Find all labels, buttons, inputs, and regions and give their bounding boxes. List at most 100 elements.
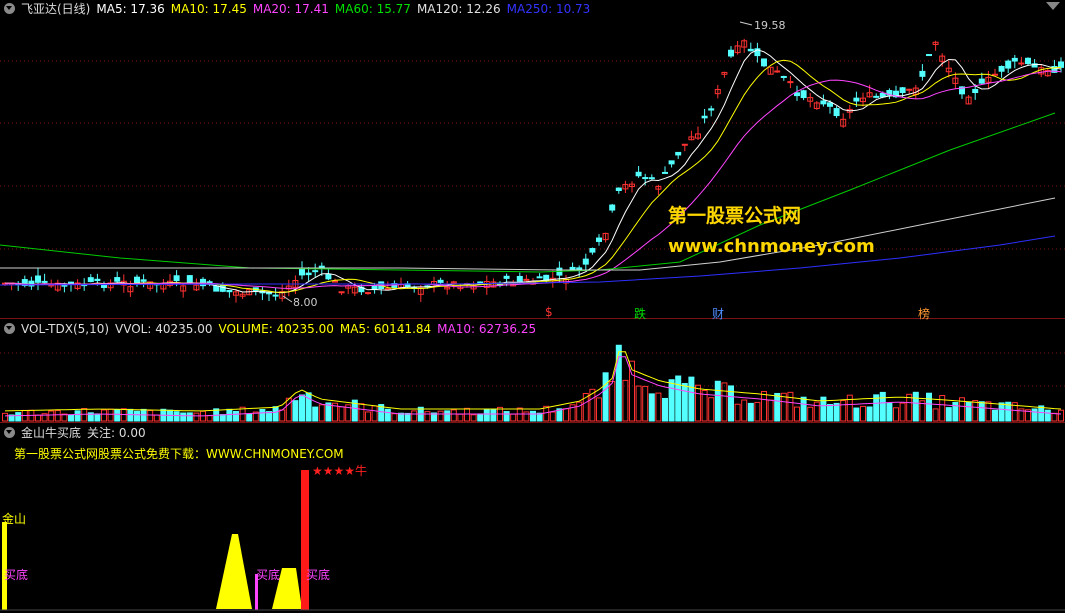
pane-menu-icon[interactable] bbox=[4, 427, 15, 438]
volume-bar bbox=[299, 394, 305, 422]
ma-label-5: MA250: 10.73 bbox=[506, 2, 591, 16]
volume-bar bbox=[404, 412, 411, 422]
volume-bar bbox=[523, 411, 530, 422]
volume-bar bbox=[932, 408, 939, 422]
label-star-bull: ★★★★牛 bbox=[312, 464, 368, 478]
high-price-label: 19.58 bbox=[754, 19, 786, 32]
volume-bar bbox=[391, 413, 398, 422]
candle-body bbox=[266, 292, 272, 295]
volume-bar bbox=[312, 406, 319, 422]
pane-menu-icon[interactable] bbox=[4, 323, 15, 334]
volume-bar bbox=[840, 400, 847, 422]
volume-bar bbox=[886, 402, 893, 422]
candle-body bbox=[972, 88, 979, 94]
volume-bar bbox=[180, 412, 187, 422]
low-pointer bbox=[282, 295, 293, 303]
label-jinshan: 金山 bbox=[2, 512, 27, 526]
volume-bar bbox=[490, 408, 497, 422]
candle-body bbox=[978, 78, 985, 84]
volume-bar bbox=[866, 406, 873, 422]
candle-body bbox=[708, 108, 715, 111]
kline-pane[interactable]: 飞亚达(日线) MA5: 17.36 MA10: 17.45 MA20: 17.41 M… bbox=[0, 0, 1065, 321]
ma60-line bbox=[0, 112, 1056, 273]
volume-bar bbox=[714, 380, 721, 422]
candle-body bbox=[853, 97, 860, 102]
volume-bar bbox=[48, 410, 55, 422]
volume-bar bbox=[800, 396, 807, 422]
ma-label-1: MA10: 17.45 bbox=[170, 2, 247, 16]
volume-bar bbox=[272, 406, 279, 422]
candle-body bbox=[272, 294, 279, 297]
candle-body bbox=[998, 65, 1005, 72]
candle-body bbox=[41, 280, 48, 283]
volume-bar bbox=[1058, 409, 1064, 422]
candle-body bbox=[173, 275, 180, 282]
vol-ma10-value: MA10: 62736.25 bbox=[437, 322, 537, 336]
kline-header: 飞亚达(日线) MA5: 17.36 MA10: 17.45 MA20: 17.41 M… bbox=[4, 1, 602, 17]
volume-bar bbox=[668, 379, 675, 422]
candle-body bbox=[312, 270, 319, 273]
volume-bar bbox=[127, 408, 134, 422]
label-buy-2: 买底 bbox=[256, 568, 281, 582]
volume-bar bbox=[483, 408, 490, 422]
volume-bar bbox=[648, 393, 655, 422]
volume-bar bbox=[450, 409, 457, 422]
candle-body bbox=[787, 81, 794, 84]
volume-bar bbox=[602, 372, 609, 422]
kline-chart[interactable] bbox=[0, 0, 1065, 318]
volume-bar bbox=[998, 402, 1005, 422]
volume-bar bbox=[708, 397, 715, 422]
candle-body bbox=[582, 258, 589, 265]
candle-body bbox=[728, 49, 734, 57]
ma20-line bbox=[4, 70, 1062, 289]
candle-body bbox=[589, 248, 596, 253]
volume-value: VOLUME: 40235.00 bbox=[218, 322, 334, 336]
volume-bar bbox=[134, 410, 140, 422]
volume-bar bbox=[642, 385, 649, 422]
candle-body bbox=[536, 276, 543, 279]
ma-label-2: MA20: 17.41 bbox=[252, 2, 329, 16]
volume-bar bbox=[794, 406, 800, 422]
volume-bar bbox=[226, 408, 233, 422]
volume-bar bbox=[807, 406, 814, 422]
volume-bar bbox=[912, 391, 919, 422]
watermark-url: www.chnmoney.com bbox=[668, 236, 875, 257]
volume-bar bbox=[721, 382, 728, 422]
candle-body bbox=[576, 267, 583, 271]
volume-bar bbox=[879, 391, 886, 422]
candle-body bbox=[140, 279, 147, 282]
stock-title: 飞亚达(日线) bbox=[21, 2, 91, 16]
volume-bar bbox=[945, 407, 952, 422]
candle-body bbox=[615, 187, 622, 192]
indicator-pane[interactable]: 金山牛买底 关注: 0.00 第一股票公式网股票公式免费下载：WWW.CHNMON… bbox=[0, 424, 1065, 613]
volume-bar bbox=[675, 375, 682, 422]
candle-body bbox=[833, 108, 840, 117]
volume-bar bbox=[1031, 408, 1038, 422]
volume-bar bbox=[74, 410, 81, 422]
volume-bar bbox=[259, 408, 266, 422]
volume-bar bbox=[279, 409, 286, 422]
volume-bar bbox=[662, 397, 668, 422]
volume-bar bbox=[899, 402, 906, 422]
volume-bar bbox=[193, 412, 200, 422]
indicator-focus: 关注: 0.00 bbox=[87, 426, 146, 440]
candle-body bbox=[906, 88, 913, 91]
pane-menu-icon[interactable] bbox=[4, 3, 15, 14]
volume-bar bbox=[926, 392, 932, 422]
volume-bar bbox=[94, 413, 101, 422]
volume-bar bbox=[774, 392, 781, 422]
candle-body bbox=[114, 277, 121, 282]
indicator-title: 金山牛买底 bbox=[21, 426, 82, 440]
volume-bar bbox=[107, 408, 114, 422]
volume-bar bbox=[68, 414, 74, 422]
volume-bar bbox=[246, 413, 253, 422]
volume-bar bbox=[992, 409, 998, 422]
volume-bar bbox=[464, 407, 470, 422]
event-tag-dollar[interactable]: $ bbox=[545, 305, 553, 319]
candle-body bbox=[35, 275, 41, 283]
volume-bar bbox=[411, 410, 418, 422]
volume-pane[interactable]: VOL-TDX(5,10) VVOL: 40235.00 VOLUME: 40235… bbox=[0, 320, 1065, 423]
indicator-header: 金山牛买底 关注: 0.00 bbox=[4, 425, 152, 441]
candle-body bbox=[992, 73, 998, 76]
candle-body bbox=[1018, 62, 1025, 65]
